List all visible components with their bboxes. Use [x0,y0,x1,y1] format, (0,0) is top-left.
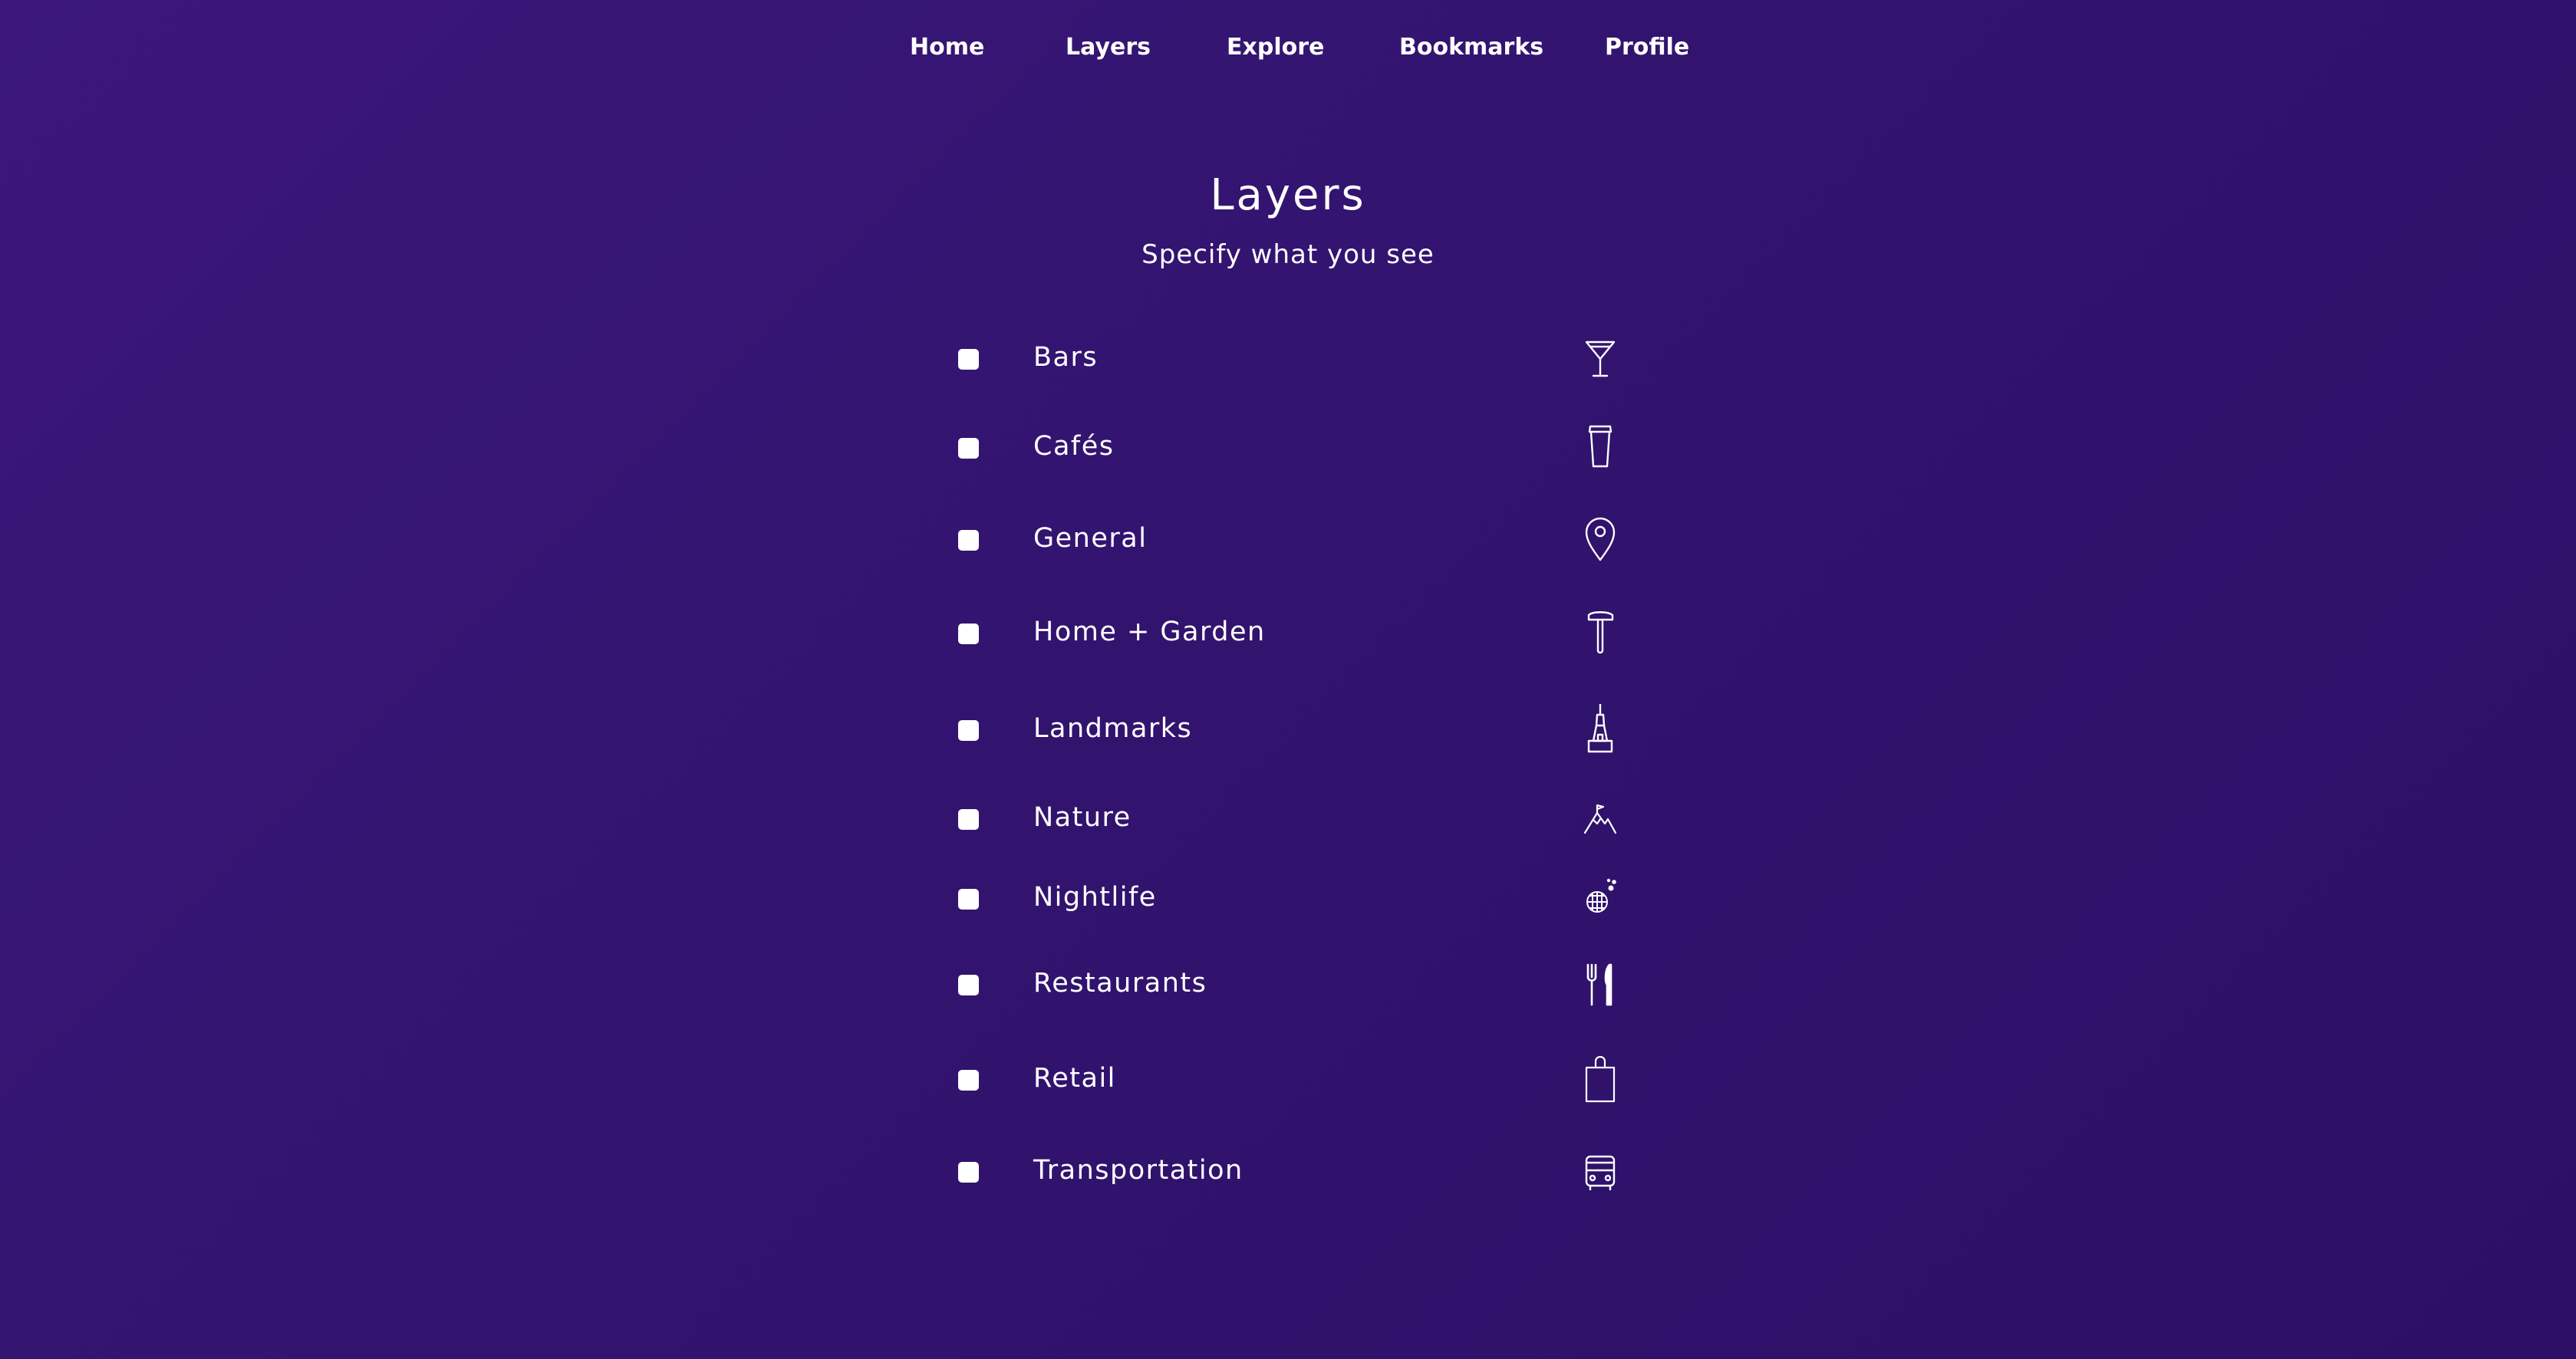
general-checkbox[interactable] [958,530,979,551]
home-garden-checkbox[interactable] [958,624,979,644]
landmarks-checkbox[interactable] [958,720,979,741]
layer-label-landmarks: Landmarks [1033,713,1193,744]
layer-row-nature: Nature [951,791,1626,845]
nav-explore-link[interactable]: Explore [1227,34,1324,61]
map-pin-icon [1582,514,1619,564]
layer-label-general: General [1033,523,1148,554]
layer-row-transportation: Transportation [951,1144,1626,1198]
transportation-checkbox[interactable] [958,1162,979,1183]
nightlife-checkbox[interactable] [958,889,979,910]
layer-row-cafes: Cafés [951,420,1626,474]
nav-home-link[interactable]: Home [910,34,984,61]
layer-row-nightlife: Nightlife [951,871,1626,925]
nav-profile-link[interactable]: Profile [1605,34,1689,61]
layer-row-home-garden: Home + Garden [951,606,1626,660]
layer-label-transportation: Transportation [1033,1155,1244,1186]
page-subtitle: Specify what you see [1141,239,1435,270]
retail-checkbox[interactable] [958,1070,979,1091]
bus-icon [1582,1146,1619,1196]
layer-label-cafes: Cafés [1033,431,1115,462]
page-title: Layers [1210,170,1366,220]
layer-row-landmarks: Landmarks [951,703,1626,756]
layer-label-restaurants: Restaurants [1033,968,1207,999]
disco-ball-icon [1582,873,1619,923]
layer-label-nature: Nature [1033,802,1132,833]
cocktail-glass-icon [1582,333,1619,383]
fork-knife-icon [1582,959,1619,1009]
layer-row-bars: Bars [951,331,1626,385]
cafes-checkbox[interactable] [958,438,979,459]
layer-label-bars: Bars [1033,342,1099,373]
nav-bookmarks-link[interactable]: Bookmarks [1399,34,1543,61]
layer-label-nightlife: Nightlife [1033,882,1157,913]
restaurants-checkbox[interactable] [958,975,979,995]
layer-label-home-garden: Home + Garden [1033,617,1266,647]
nav-layers-link[interactable]: Layers [1066,34,1151,61]
mountain-flag-icon [1582,793,1619,844]
coffee-cup-icon [1582,422,1619,472]
layer-row-restaurants: Restaurants [951,957,1626,1011]
layer-row-general: General [951,512,1626,566]
bars-checkbox[interactable] [958,349,979,370]
main-nav: Home Layers Explore Bookmarks Profile [0,34,2576,67]
shopping-bag-icon [1582,1054,1619,1104]
tower-icon [1582,704,1619,755]
nature-checkbox[interactable] [958,809,979,830]
layer-row-retail: Retail [951,1052,1626,1106]
hammer-icon [1582,607,1619,658]
layer-label-retail: Retail [1033,1063,1116,1094]
